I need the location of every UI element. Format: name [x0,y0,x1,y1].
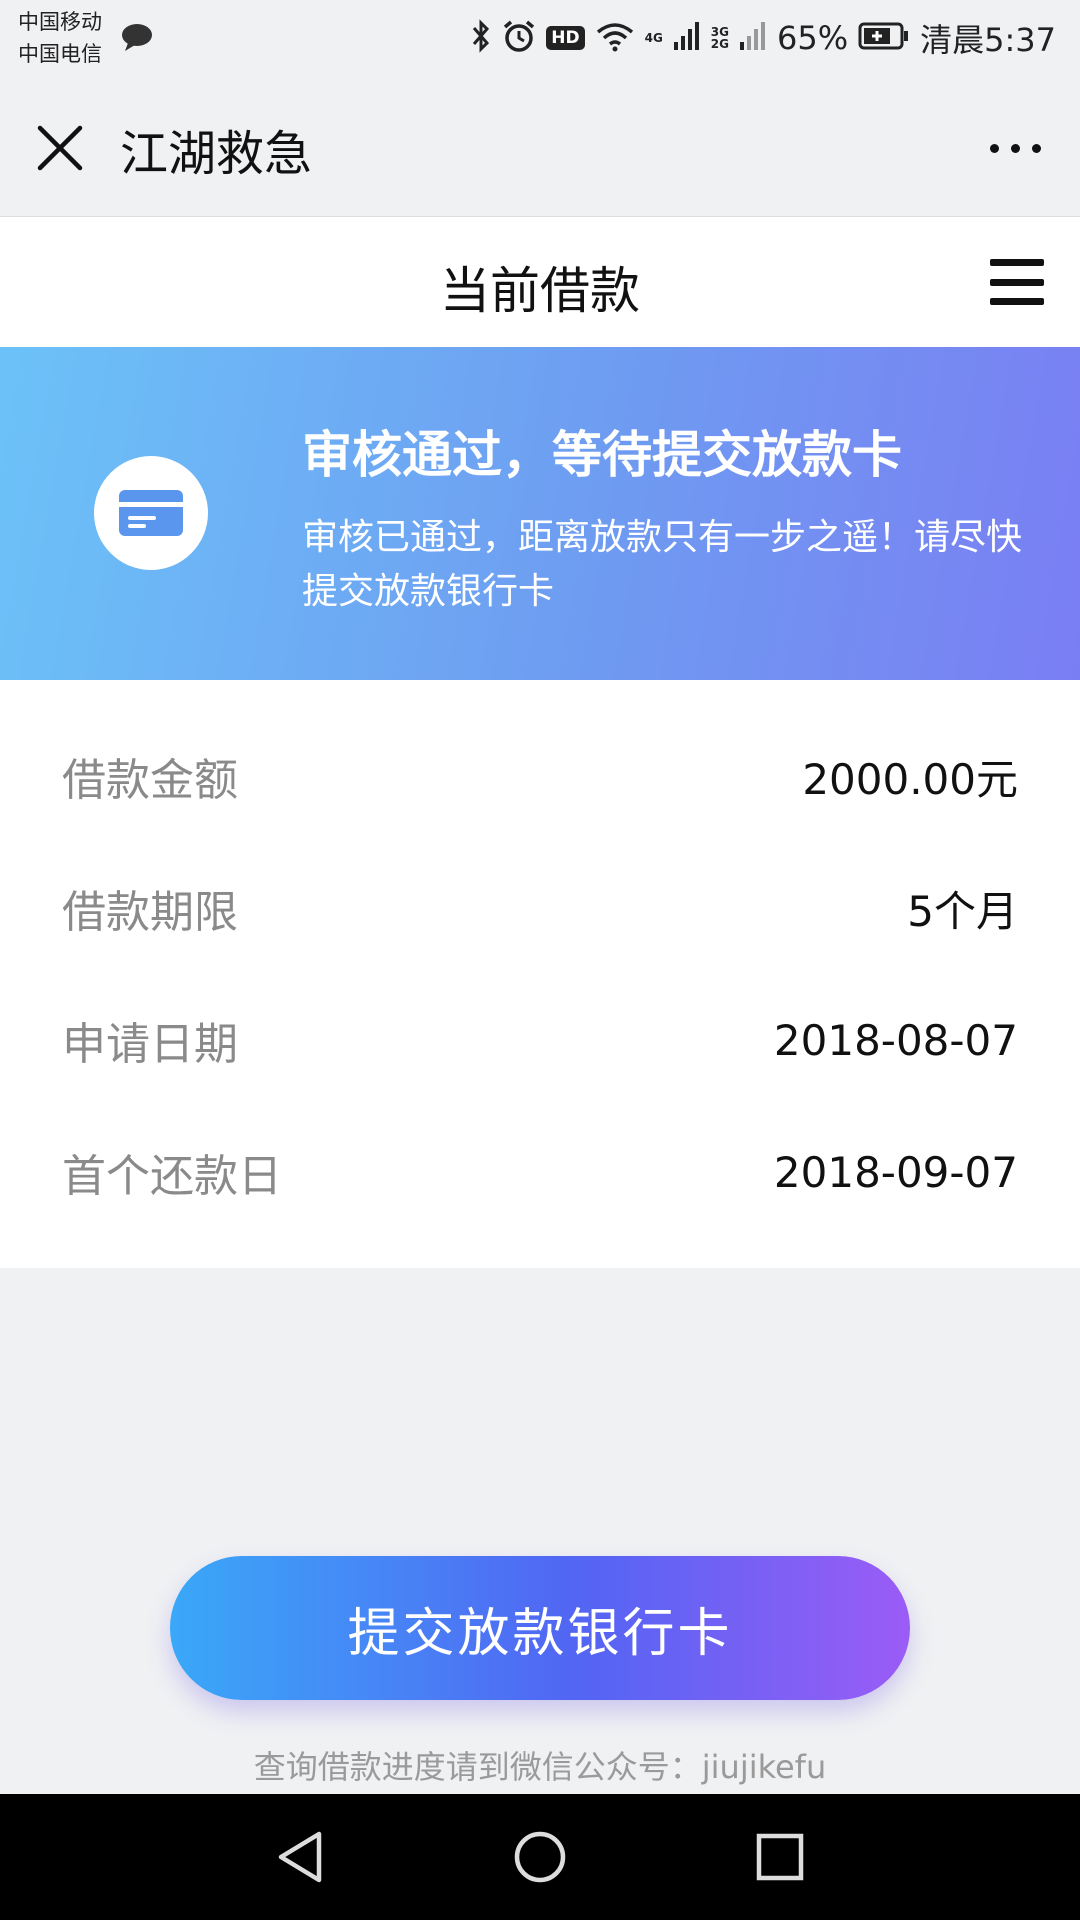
back-button[interactable] [270,1827,330,1887]
menu-button[interactable] [990,259,1044,305]
network-tag-1: 4G [644,31,663,45]
clock: 清晨5:37 [920,21,1056,59]
detail-row-amount: 借款金额 2000.00元 [62,736,1018,816]
submit-bank-card-button[interactable]: 提交放款银行卡 [170,1556,910,1700]
hd-badge: HD [546,26,585,50]
network-tag-2: 3G 2G [710,25,729,51]
more-icon-dot [1031,143,1041,153]
recents-button[interactable] [750,1827,810,1887]
menu-icon-bar [990,278,1044,286]
page-title: 当前借款 [440,262,640,320]
detail-label: 首个还款日 [62,1151,282,1202]
message-bubble-icon [120,22,154,56]
banner-title: 审核通过，等待提交放款卡 [302,426,902,484]
detail-value: 2018-09-07 [773,1147,1018,1197]
app-title: 江湖救急 [120,126,313,182]
menu-icon-bar [990,259,1044,266]
card-icon [119,490,183,536]
battery-percent: 65% [777,19,849,57]
app-header: 江湖救急 [0,80,1080,217]
carrier-2: 中国电信 [18,42,102,66]
signal-icon [673,20,701,56]
home-button[interactable] [510,1827,570,1887]
detail-value: 2018-08-07 [773,1015,1018,1065]
detail-label: 申请日期 [62,1019,238,1070]
detail-label: 借款金额 [62,755,238,806]
detail-value: 2000.00元 [802,754,1018,804]
detail-row-term: 借款期限 5个月 [62,868,1018,948]
signal-icon-2 [739,20,767,56]
status-bar: 中国移动 中国电信 HD 4G 3G 2G 65% 清晨5:37 [0,0,1080,80]
detail-label: 借款期限 [62,887,238,938]
more-icon-dot [1010,143,1020,153]
detail-row-apply-date: 申请日期 2018-08-07 [62,1000,1018,1080]
status-icons: HD 4G 3G 2G 65% 清晨5:37 [470,16,1056,60]
banner-description: 审核已通过，距离放款只有一步之遥！请尽快提交放款银行卡 [302,517,1023,612]
close-button[interactable] [30,118,90,178]
detail-value: 5个月 [907,886,1018,936]
wifi-icon [595,20,635,56]
back-icon [278,1831,322,1883]
close-icon [37,125,83,171]
more-button[interactable] [980,120,1050,176]
footer-note: 查询借款进度请到微信公众号：jiujikefu [253,1748,827,1786]
home-icon [514,1831,566,1883]
bluetooth-icon [470,19,492,57]
recents-icon [756,1833,804,1881]
carrier-1: 中国移动 [18,10,102,34]
menu-icon-bar [990,298,1044,305]
page-nav: 当前借款 [0,217,1080,347]
battery-icon [858,21,910,55]
system-nav-bar [0,1794,1080,1920]
card-icon-circle [94,456,208,570]
status-banner: 审核通过，等待提交放款卡 审核已通过，距离放款只有一步之遥！请尽快提交放款银行卡 [0,347,1080,680]
carrier-info: 中国移动 中国电信 [18,6,102,70]
loan-details: 借款金额 2000.00元 借款期限 5个月 申请日期 2018-08-07 首… [0,680,1080,1268]
more-icon-dot [989,143,999,153]
detail-row-first-repay: 首个还款日 2018-09-07 [62,1132,1018,1212]
alarm-icon [502,19,536,57]
